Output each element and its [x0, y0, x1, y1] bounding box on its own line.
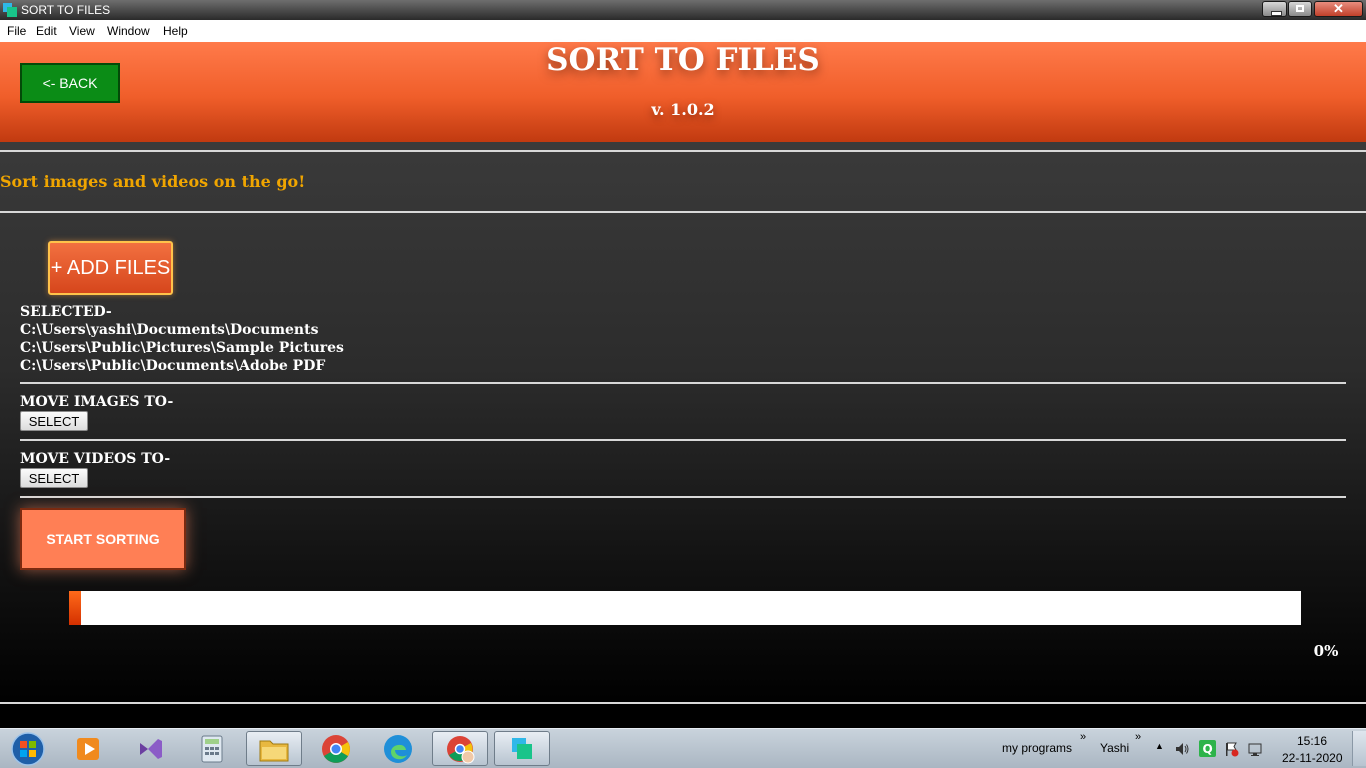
main-panel: Sort images and videos on the go! + ADD … [0, 142, 1366, 707]
folder-icon [259, 740, 289, 761]
menu-bar: File Edit View Window Help [0, 20, 1366, 42]
taskbar-chrome[interactable] [308, 731, 364, 766]
progress-percent: 0% [1313, 642, 1339, 660]
svg-text:Q: Q [1203, 742, 1213, 756]
chevron-right-icon[interactable]: » [1080, 731, 1086, 743]
taskbar-edge[interactable] [370, 731, 426, 766]
show-hidden-icons-icon[interactable]: ▲ [1155, 741, 1164, 751]
window-title-bar[interactable]: SORT TO FILES ✕ [0, 0, 1366, 20]
edge-icon [384, 734, 412, 763]
divider [20, 382, 1346, 384]
show-desktop-button[interactable] [1352, 731, 1366, 766]
toolbar-yashi[interactable]: Yashi [1100, 741, 1129, 755]
select-images-folder-button[interactable]: SELECT [20, 411, 88, 431]
tagline: Sort images and videos on the go! [0, 172, 306, 191]
divider [0, 702, 1366, 704]
qt-tray-icon[interactable]: Q [1199, 740, 1216, 757]
menu-edit[interactable]: Edit [36, 24, 57, 38]
close-button[interactable]: ✕ [1314, 1, 1363, 17]
media-player-icon [77, 737, 99, 760]
divider [0, 150, 1366, 152]
move-videos-label: MOVE VIDEOS TO- [20, 451, 171, 467]
chrome-profile-icon [447, 735, 475, 763]
move-images-label: MOVE IMAGES TO- [20, 394, 174, 410]
selected-path: C:\Users\Public\Documents\Adobe PDF [20, 358, 326, 374]
app-header: <- BACK SORT TO FILES v. 1.0.2 [0, 42, 1366, 142]
selected-path: C:\Users\yashi\Documents\Documents [20, 322, 319, 338]
restore-button[interactable] [1288, 1, 1312, 17]
taskbar-file-explorer[interactable] [246, 731, 302, 766]
restore-icon [1296, 5, 1304, 12]
taskbar: my programs » Yashi » ▲ Q 15:16 22-11-20… [0, 728, 1366, 768]
chrome-icon [322, 734, 350, 763]
chevron-right-icon[interactable]: » [1135, 731, 1141, 743]
toolbar-my-programs[interactable]: my programs [1002, 741, 1072, 755]
selected-path: C:\Users\Public\Pictures\Sample Pictures [20, 340, 344, 356]
action-center-flag-icon[interactable] [1223, 741, 1239, 757]
selected-label: SELECTED- [20, 304, 112, 320]
bottom-strip [0, 707, 1366, 728]
clock-time[interactable]: 15:16 [1297, 734, 1327, 748]
add-files-button[interactable]: + ADD FILES [48, 241, 173, 295]
menu-window[interactable]: Window [107, 24, 150, 38]
network-icon[interactable] [1248, 741, 1264, 757]
start-sorting-button[interactable]: START SORTING [20, 508, 186, 570]
divider [20, 496, 1346, 498]
menu-view[interactable]: View [69, 24, 95, 38]
divider [0, 211, 1366, 213]
taskbar-sort-to-files[interactable] [494, 731, 550, 766]
minimize-icon [1271, 11, 1282, 16]
calculator-icon [201, 735, 223, 762]
clock-date[interactable]: 22-11-2020 [1282, 751, 1343, 765]
menu-file[interactable]: File [7, 24, 26, 38]
taskbar-media-player[interactable] [60, 731, 116, 766]
sort-to-files-app-icon [512, 737, 532, 759]
app-version: v. 1.0.2 [651, 100, 715, 119]
taskbar-visual-studio[interactable] [122, 731, 178, 766]
window-title: SORT TO FILES [21, 3, 111, 17]
visual-studio-icon [140, 738, 162, 759]
select-videos-folder-button[interactable]: SELECT [20, 468, 88, 488]
close-icon: ✕ [1333, 1, 1344, 16]
progress-fill [69, 591, 82, 625]
progress-bar [69, 591, 1301, 625]
taskbar-calculator[interactable] [184, 731, 240, 766]
minimize-button[interactable] [1262, 1, 1287, 17]
taskbar-chrome-profile[interactable] [432, 731, 488, 766]
app-icon [3, 3, 17, 17]
divider [20, 439, 1346, 441]
windows-start-icon [11, 731, 45, 766]
volume-icon[interactable] [1174, 741, 1190, 757]
menu-help[interactable]: Help [163, 24, 188, 38]
start-menu-button[interactable] [0, 731, 56, 766]
app-title: SORT TO FILES [546, 42, 820, 78]
